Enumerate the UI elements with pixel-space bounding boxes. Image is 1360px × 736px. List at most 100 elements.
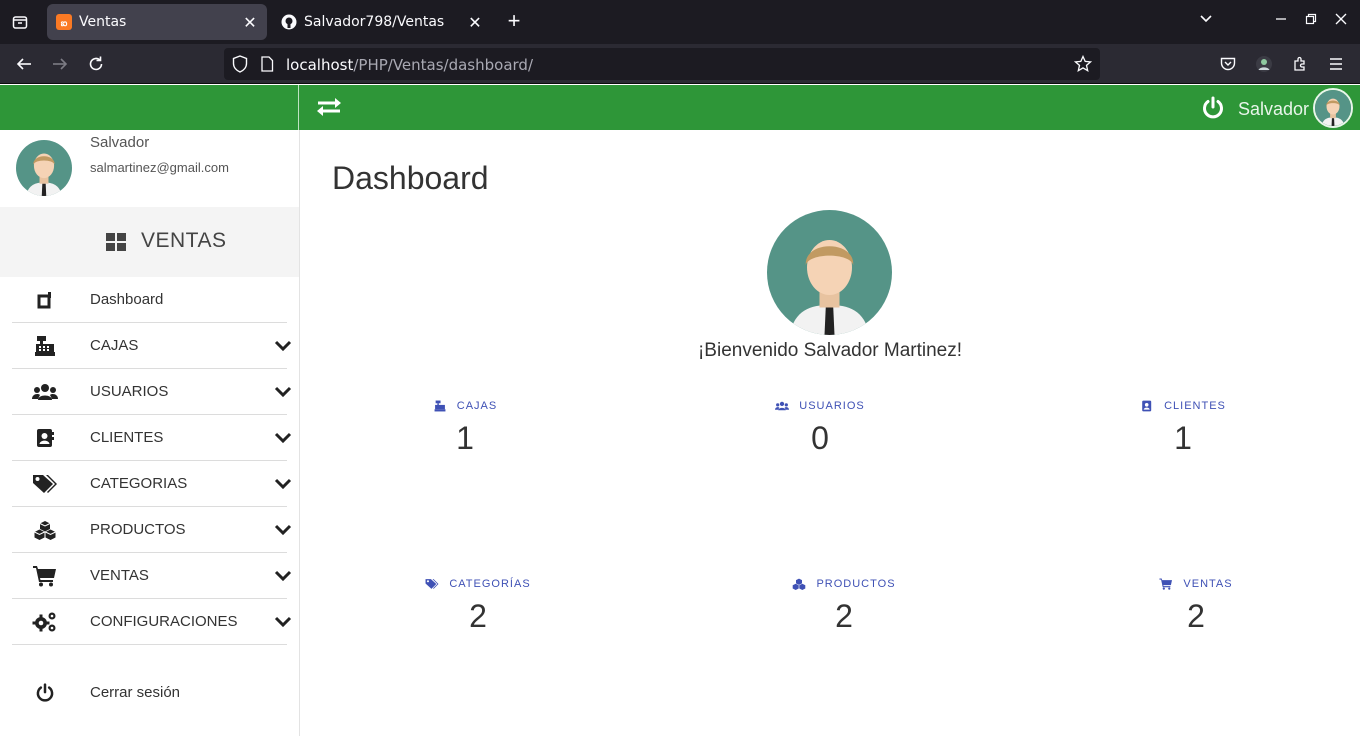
avatar[interactable] [1313,88,1353,128]
browser-nav-bar: localhost/PHP/Ventas/dashboard/ [0,44,1360,84]
tab-list-icon[interactable] [8,10,32,34]
brand-title: VENTAS [141,229,227,252]
stat-label: CATEGORÍAS [449,578,531,590]
address-book-icon [32,427,58,449]
stat-value: 2 [835,598,853,634]
extensions-icon[interactable] [1288,52,1312,76]
cogs-icon [32,611,58,633]
stat-categorias[interactable]: CATEGORÍAS 2 [398,576,558,635]
profile-name: Salvador [90,134,150,151]
stat-value: 1 [1174,420,1192,456]
stat-productos[interactable]: PRODUCTOS 2 [764,576,924,635]
sidebar-item-label: VENTAS [90,567,149,584]
profile-email: salmartinez@gmail.com [90,160,229,175]
sidebar-item-ventas[interactable]: VENTAS [12,553,292,599]
page-icon[interactable] [260,56,274,77]
cash-register-icon [32,335,58,357]
chevron-down-icon[interactable] [274,522,292,538]
stat-usuarios[interactable]: USUARIOS 0 [740,398,900,457]
minimize-icon[interactable] [1271,12,1291,32]
chevron-down-icon[interactable] [274,430,292,446]
svg-text:ఐ: ఐ [61,19,68,29]
stat-value: 2 [469,598,487,634]
users-icon [775,401,790,411]
chevron-down-icon[interactable] [274,614,292,630]
avatar [16,140,72,196]
page-title: Dashboard [332,160,489,196]
tags-icon [32,473,58,495]
chevron-down-icon[interactable] [274,384,292,400]
stat-label: VENTAS [1183,578,1233,590]
browser-tab-active[interactable]: ఐ Ventas ✕ [47,4,267,40]
logout-label: Cerrar sesión [90,684,181,701]
chevron-down-icon[interactable] [274,338,292,354]
sidebar-item-categorias[interactable]: CATEGORIAS [12,461,292,507]
sidebar-item-label: USUARIOS [90,383,169,400]
address-book-icon [1142,400,1152,412]
url-bar[interactable]: localhost/PHP/Ventas/dashboard/ [224,48,1100,80]
sidebar-item-label: CONFIGURACIONES [90,613,238,630]
sidebar-item-dashboard[interactable]: Dashboard [12,277,287,323]
avatar [767,210,892,335]
sidebar-item-label: CAJAS [90,337,139,354]
cubes-icon [32,519,58,541]
back-arrow-icon[interactable] [12,52,36,76]
topbar-username[interactable]: Salvador [1238,99,1309,120]
sidebar-item-cajas[interactable]: CAJAS [12,323,292,369]
browser-tab[interactable]: Salvador798/Ventas ✕ [272,4,492,40]
browser-tab-bar: ఐ Ventas ✕ Salvador798/Ventas ✕ + [0,0,1360,44]
close-tab-icon[interactable]: ✕ [241,13,259,32]
pocket-icon[interactable] [1216,52,1240,76]
sidebar-item-productos[interactable]: PRODUCTOS [12,507,292,553]
cash-register-icon [434,400,446,412]
cart-icon [1159,578,1173,590]
close-tab-icon[interactable]: ✕ [466,13,484,32]
account-avatar-icon[interactable] [1252,52,1276,76]
power-icon [32,682,58,704]
dashboard-icon [32,289,58,311]
close-window-icon[interactable] [1331,12,1351,32]
stat-label: CLIENTES [1164,400,1226,412]
shield-icon[interactable] [232,55,248,78]
stat-value: 2 [1187,598,1205,634]
users-icon [32,381,58,403]
menu-hamburger-icon[interactable] [1324,52,1348,76]
stat-clientes[interactable]: CLIENTES 1 [1103,398,1263,457]
app-topbar: Salvador [0,85,1360,130]
sidebar-item-label: Dashboard [90,291,164,308]
xampp-favicon-icon: ఐ [56,14,72,30]
restore-icon[interactable] [1301,12,1321,32]
sidebar-item-label: PRODUCTOS [90,521,186,538]
stat-value: 0 [811,420,829,456]
topbar-brand-area [0,85,299,130]
sidebar: Salvador salmartinez@gmail.com VENTAS Da… [0,130,300,736]
sidebar-menu: Dashboard CAJAS USUARIOS CLIENTES CATEGO… [12,277,292,645]
sidebar-item-clientes[interactable]: CLIENTES [12,415,292,461]
bookmark-star-icon[interactable] [1073,54,1093,78]
new-tab-icon[interactable]: + [503,10,525,33]
sidebar-item-usuarios[interactable]: USUARIOS [12,369,292,415]
sidebar-item-label: CLIENTES [90,429,164,446]
tab-title: Ventas [79,14,127,30]
stat-label: USUARIOS [799,400,865,412]
chevron-down-icon[interactable] [1196,12,1216,32]
chevron-down-icon[interactable] [274,476,292,492]
stat-cajas[interactable]: CAJAS 1 [385,398,545,457]
sidebar-brand[interactable]: VENTAS [0,207,299,277]
sidebar-toggle-icon[interactable] [316,95,342,119]
stat-ventas[interactable]: VENTAS 2 [1116,576,1276,635]
reload-icon[interactable] [84,52,108,76]
stat-value: 1 [456,420,474,456]
stat-label: CAJAS [456,400,498,412]
cart-icon [32,565,58,587]
cubes-icon [793,578,806,590]
tab-title: Salvador798/Ventas [304,14,445,30]
tags-icon [425,579,439,589]
logout-button[interactable]: Cerrar sesión [12,670,287,716]
power-icon[interactable] [1201,96,1225,120]
sidebar-item-configuraciones[interactable]: CONFIGURACIONES [12,599,292,645]
url-text[interactable]: localhost/PHP/Ventas/dashboard/ [286,56,533,74]
forward-arrow-icon[interactable] [48,52,72,76]
stat-label: PRODUCTOS [816,578,896,590]
chevron-down-icon[interactable] [274,568,292,584]
